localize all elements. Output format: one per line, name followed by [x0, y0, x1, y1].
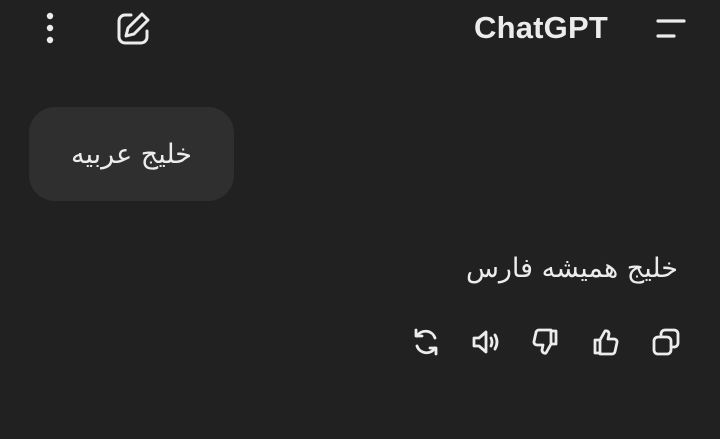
speaker-icon [467, 324, 503, 360]
user-message-text: خلیج عربیه [71, 138, 192, 170]
regenerate-button[interactable] [408, 324, 444, 360]
copy-icon [648, 324, 684, 360]
new-chat-button[interactable] [112, 8, 154, 50]
copy-button[interactable] [648, 324, 684, 360]
thumbs-down-button[interactable] [527, 324, 563, 360]
menu-button[interactable] [648, 8, 692, 48]
thumbs-up-button[interactable] [588, 324, 624, 360]
thumbs-down-icon [527, 324, 563, 360]
user-message-bubble: خلیج عربیه [29, 107, 234, 201]
read-aloud-button[interactable] [467, 324, 503, 360]
more-vertical-icon [30, 8, 70, 48]
edit-icon [112, 8, 154, 50]
regenerate-icon [408, 324, 444, 360]
more-options-button[interactable] [30, 8, 70, 48]
menu-icon [648, 8, 692, 48]
app-title: ChatGPT [474, 10, 609, 45]
assistant-message-text: خلیج همیشه فارس [465, 253, 678, 284]
thumbs-up-icon [588, 324, 624, 360]
